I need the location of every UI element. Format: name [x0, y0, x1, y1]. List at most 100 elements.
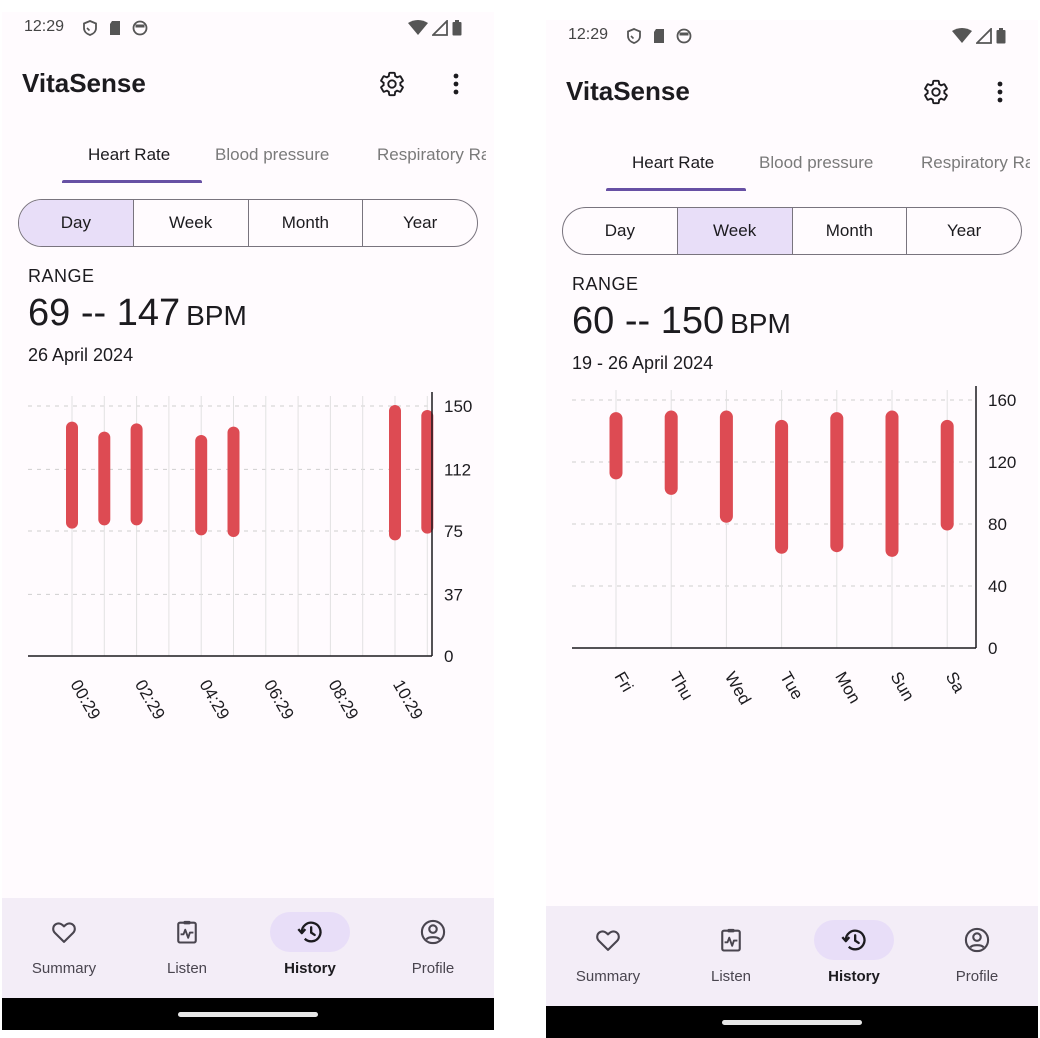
- y-tick-label: 0: [444, 647, 453, 666]
- nav-history-label: History: [284, 960, 336, 977]
- tab-indicator: [606, 188, 746, 191]
- app-title: VitaSense: [566, 76, 690, 106]
- profile-icon: [963, 926, 991, 954]
- tab-indicator: [62, 180, 202, 183]
- battery-icon: [996, 28, 1006, 44]
- nav-summary-label: Summary: [575, 968, 641, 985]
- nav-profile[interactable]: Profile: [922, 906, 1032, 1006]
- sd-card-icon: [108, 20, 122, 36]
- y-tick-label: 160: [988, 391, 1016, 410]
- signal-icon: [432, 20, 448, 36]
- period-selector: Day Week Month Year: [562, 207, 1022, 255]
- app-title: VitaSense: [22, 68, 146, 98]
- period-month-button[interactable]: Month: [247, 200, 363, 246]
- range-unit: BPM: [730, 308, 791, 339]
- nav-listen[interactable]: Listen: [132, 898, 242, 998]
- range-unit: BPM: [186, 300, 247, 331]
- nav-listen-label: Listen: [710, 968, 752, 985]
- metric-tabs: Heart Rate Blood pressure Respiratory Ra: [2, 137, 494, 185]
- settings-button[interactable]: [922, 78, 950, 106]
- status-bar: 12:29: [546, 20, 1038, 54]
- period-week-button[interactable]: Week: [676, 208, 792, 254]
- x-tick-label: 06:29: [260, 677, 298, 723]
- range-label: RANGE: [572, 274, 639, 294]
- shield-icon: [82, 20, 98, 36]
- more-options-button[interactable]: [988, 78, 1012, 106]
- tab-respiratory-rate[interactable]: Respiratory Ra: [921, 153, 1034, 173]
- x-tick-label: Fri: [611, 669, 637, 696]
- y-tick-label: 40: [988, 577, 1007, 596]
- metric-tabs: Heart Rate Blood pressure Respiratory Ra: [546, 145, 1038, 193]
- shield-icon: [626, 28, 642, 44]
- y-tick-label: 80: [988, 515, 1007, 534]
- nav-summary[interactable]: Summary: [9, 898, 119, 998]
- heart-rate-day-chart: 0 37 75 112 150 00:29 02:29 04:29 06:29 08:29 10:2…: [28, 392, 472, 723]
- range-date: 19 - 26 April 2024: [572, 353, 714, 373]
- gesture-bar: [2, 998, 494, 1030]
- period-day-button[interactable]: Day: [19, 200, 133, 246]
- gesture-handle[interactable]: [722, 1020, 862, 1025]
- signal-icon: [976, 28, 992, 44]
- x-tick-label: 04:29: [196, 677, 234, 723]
- x-tick-label: Tue: [776, 669, 807, 703]
- nav-summary[interactable]: Summary: [553, 906, 663, 1006]
- screen-day-view: 12:29 VitaSense Heart Rate Blood pressur…: [2, 12, 494, 1030]
- wifi-icon: [952, 28, 972, 44]
- y-tick-label: 150: [444, 397, 472, 416]
- gesture-handle[interactable]: [178, 1012, 318, 1017]
- x-tick-label: 08:29: [325, 677, 363, 723]
- nav-listen[interactable]: Listen: [676, 906, 786, 1006]
- x-tick-label: Mon: [831, 669, 864, 707]
- x-tick-label: Sa: [942, 669, 969, 697]
- period-week-button[interactable]: Week: [132, 200, 248, 246]
- bottom-navigation: Summary Listen History Profile: [546, 906, 1038, 1006]
- x-tick-label: Thu: [666, 669, 697, 704]
- battery-icon: [452, 20, 462, 36]
- period-year-button[interactable]: Year: [362, 200, 477, 246]
- heart-icon: [594, 926, 622, 954]
- y-tick-label: 112: [444, 460, 471, 479]
- tab-heart-rate[interactable]: Heart Rate: [88, 145, 170, 165]
- tab-overflow-edge: [1030, 145, 1038, 193]
- nav-profile-label: Profile: [411, 960, 455, 977]
- x-tick-label: 00:29: [67, 677, 105, 723]
- more-options-button[interactable]: [444, 70, 468, 98]
- tab-heart-rate[interactable]: Heart Rate: [632, 153, 714, 173]
- nav-profile[interactable]: Profile: [378, 898, 488, 998]
- y-tick-label: 75: [444, 522, 463, 541]
- period-month-button[interactable]: Month: [791, 208, 907, 254]
- x-tick-label: Sun: [887, 669, 919, 705]
- nav-history[interactable]: History: [799, 906, 909, 1006]
- wifi-icon: [408, 20, 428, 36]
- history-icon: [296, 918, 324, 946]
- gear-icon: [378, 71, 406, 102]
- range-label: RANGE: [28, 266, 95, 286]
- heart-icon: [50, 918, 78, 946]
- range-value: 69 -- 147 BPM: [28, 292, 247, 335]
- gesture-bar: [546, 1006, 1038, 1038]
- nav-listen-label: Listen: [166, 960, 208, 977]
- screen-week-view: 12:29 VitaSense Heart Rate Blood pressur…: [546, 20, 1038, 1038]
- more-vert-icon: [988, 81, 1012, 110]
- nav-profile-label: Profile: [955, 968, 999, 985]
- nav-summary-label: Summary: [31, 960, 97, 977]
- nav-history-label: History: [828, 968, 880, 985]
- clipboard-pulse-icon: [173, 918, 201, 946]
- face-icon: [676, 28, 692, 44]
- period-day-button[interactable]: Day: [563, 208, 677, 254]
- y-tick-label: 37: [444, 585, 463, 604]
- heart-rate-week-chart: 0 40 80 120 160 Fri Thu Wed Tue Mon Sun Sa: [572, 386, 1016, 708]
- tab-respiratory-rate[interactable]: Respiratory Ra: [377, 145, 490, 165]
- range-numbers: 60 -- 150: [572, 300, 725, 342]
- tab-blood-pressure[interactable]: Blood pressure: [215, 145, 329, 165]
- history-icon: [840, 926, 868, 954]
- period-year-button[interactable]: Year: [906, 208, 1021, 254]
- nav-history[interactable]: History: [255, 898, 365, 998]
- settings-button[interactable]: [378, 70, 406, 98]
- clipboard-pulse-icon: [717, 926, 745, 954]
- range-value: 60 -- 150 BPM: [572, 300, 791, 343]
- profile-icon: [419, 918, 447, 946]
- tab-blood-pressure[interactable]: Blood pressure: [759, 153, 873, 173]
- y-tick-label: 120: [988, 453, 1016, 472]
- tab-overflow-edge: [486, 137, 494, 185]
